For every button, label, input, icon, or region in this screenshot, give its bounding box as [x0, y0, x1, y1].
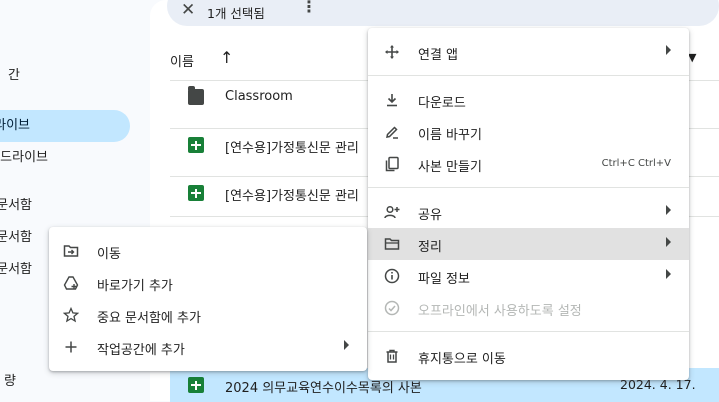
menu-item-label: 중요 문서함에 추가 — [97, 311, 201, 326]
menu-item-move-to-trash[interactable]: 휴지통으로 이동 — [368, 340, 689, 372]
sidebar-item[interactable]: 문서함 — [0, 190, 32, 222]
menu-item-label: 바로가기 추가 — [97, 279, 173, 294]
submenu-item-add-to-workspace[interactable]: 작업공간에 추가 — [49, 331, 367, 363]
move-folder-icon — [63, 243, 79, 259]
selection-toolbar: ✕ 1개 선택됨 ⋮ — [167, 0, 719, 26]
submenu-item-add-to-starred[interactable]: 중요 문서함에 추가 — [49, 299, 367, 331]
sidebar-item-label: 문서함 — [0, 198, 32, 213]
name-column-header[interactable]: 이름 — [170, 51, 194, 70]
menu-item-open-with[interactable]: 연결 앱 — [368, 36, 689, 68]
menu-item-label: 정리 — [418, 240, 442, 255]
share-person-add-icon — [384, 204, 400, 220]
shortcut-hint: Ctrl+C Ctrl+V — [601, 158, 671, 169]
file-name: [연수용]가정통신문 관리 — [225, 141, 359, 156]
sidebar-item-my-drive[interactable]: 라이브 — [0, 110, 130, 142]
info-icon — [384, 268, 400, 284]
menu-item-offline: 오프라인에서 사용하도록 설정 — [368, 292, 689, 324]
menu-divider — [368, 331, 689, 332]
arrow-up-icon[interactable]: ↑ — [220, 48, 233, 67]
selection-count: 1개 선택됨 — [207, 6, 265, 21]
sidebar-item-label: 량 — [4, 374, 16, 389]
menu-divider — [368, 187, 689, 188]
menu-item-label: 연결 앱 — [418, 48, 459, 63]
menu-item-download[interactable]: 다운로드 — [368, 84, 689, 116]
menu-item-make-copy[interactable]: 사본 만들기 Ctrl+C Ctrl+V — [368, 148, 689, 180]
sheets-icon — [188, 137, 204, 153]
file-name: [연수용]가정통신문 관리 — [225, 189, 359, 204]
menu-item-label: 다운로드 — [418, 96, 466, 111]
sidebar-item[interactable]: 문서함 — [0, 222, 32, 254]
trash-icon — [384, 348, 400, 364]
menu-item-label: 오프라인에서 사용하도록 설정 — [418, 304, 582, 319]
menu-item-label: 파일 정보 — [418, 272, 470, 287]
menu-item-share[interactable]: 공유 — [368, 196, 689, 228]
add-shortcut-icon — [63, 275, 79, 291]
folder-icon — [188, 86, 204, 105]
menu-item-label: 사본 만들기 — [418, 160, 482, 175]
submenu-item-add-shortcut[interactable]: 바로가기 추가 — [49, 267, 367, 299]
apps-move-icon — [384, 44, 400, 60]
submenu-arrow-icon — [666, 237, 671, 247]
sidebar-item-storage[interactable]: 량 — [0, 366, 16, 398]
menu-item-file-info[interactable]: 파일 정보 — [368, 260, 689, 292]
file-name: Classroom — [225, 89, 293, 104]
star-icon — [62, 306, 80, 323]
plus-icon — [63, 339, 79, 355]
menu-item-label: 휴지통으로 이동 — [418, 352, 506, 367]
submenu-arrow-icon — [666, 45, 671, 55]
offline-icon — [384, 300, 400, 316]
close-icon[interactable]: ✕ — [181, 0, 195, 20]
chevron-down-icon[interactable]: ▼ — [688, 51, 696, 64]
sheets-icon — [188, 185, 204, 201]
sidebar-item[interactable]: 간 — [0, 60, 20, 92]
sheets-icon — [188, 377, 204, 393]
folder-open-icon — [384, 236, 400, 252]
copy-icon — [384, 156, 400, 172]
menu-item-organize[interactable]: 정리 — [368, 228, 689, 260]
sidebar-item-label: 간 — [8, 68, 20, 83]
menu-item-label: 작업공간에 추가 — [97, 343, 185, 358]
sidebar-item[interactable]: 문서함 — [0, 254, 32, 286]
rename-pen-icon — [384, 124, 400, 140]
sidebar-item-shared-drive[interactable]: 드라이브 — [0, 142, 48, 174]
sidebar-item-label: 문서함 — [0, 262, 32, 277]
sidebar-item-label: 드라이브 — [0, 150, 48, 165]
context-menu: 연결 앱 다운로드 이름 바꾸기 사본 만들기 Ctrl+C Ctrl+V 공유… — [368, 28, 689, 380]
more-vert-icon[interactable]: ⋮ — [301, 0, 317, 16]
submenu-arrow-icon — [666, 205, 671, 215]
menu-item-rename[interactable]: 이름 바꾸기 — [368, 116, 689, 148]
menu-item-label: 공유 — [418, 208, 442, 223]
download-icon — [384, 92, 400, 108]
submenu-item-move[interactable]: 이동 — [49, 235, 367, 267]
submenu-arrow-icon — [344, 340, 349, 350]
menu-item-label: 이동 — [97, 247, 121, 262]
sidebar-item-label: 문서함 — [0, 230, 32, 245]
submenu-arrow-icon — [666, 269, 671, 279]
organize-submenu: 이동 바로가기 추가 중요 문서함에 추가 작업공간에 추가 — [49, 227, 367, 371]
menu-divider — [368, 75, 689, 76]
sidebar-item-label: 라이브 — [0, 118, 30, 133]
menu-item-label: 이름 바꾸기 — [418, 128, 482, 143]
